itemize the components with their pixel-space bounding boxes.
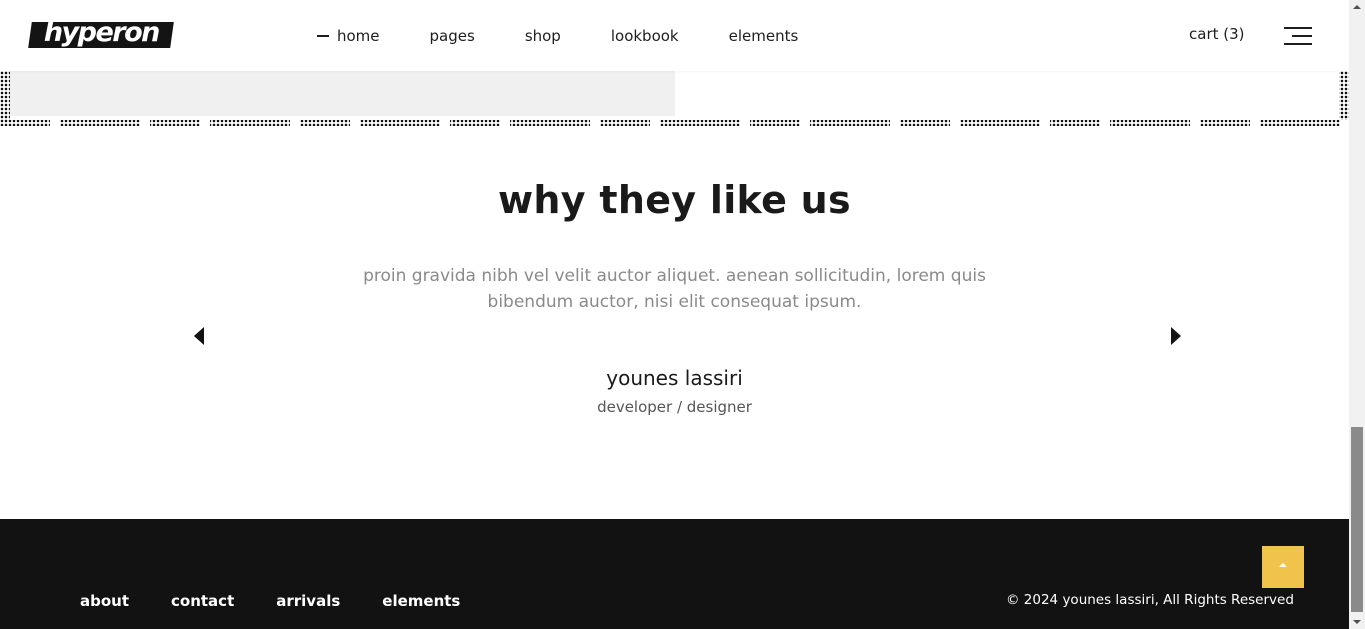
hamburger-line — [1284, 43, 1312, 45]
footer-link-about[interactable]: about — [80, 592, 129, 610]
nav-item-lookbook[interactable]: lookbook — [611, 27, 679, 45]
nav-item-label: home — [337, 27, 380, 45]
nav-item-label: pages — [429, 27, 475, 45]
footer-link-contact[interactable]: contact — [171, 592, 234, 610]
testimonial-author: younes lassiri — [606, 366, 743, 390]
page: hyperon home pages shop lookbook element… — [0, 0, 1349, 629]
caret-left-icon[interactable] — [194, 327, 204, 345]
site-header: hyperon home pages shop lookbook element… — [0, 0, 1349, 71]
nav-item-label: lookbook — [610, 27, 679, 45]
footer-link-arrivals[interactable]: arrivals — [276, 592, 340, 610]
banner-edge — [0, 126, 1349, 129]
testimonial-quote: proin gravida nibh vel velit auctor aliq… — [363, 266, 986, 312]
cart-link[interactable]: cart (3) — [1189, 25, 1245, 43]
scrollbar-thumb[interactable] — [1351, 427, 1363, 612]
active-indicator-icon — [317, 35, 329, 37]
testimonial-role: developer / designer — [597, 398, 752, 416]
banner-panel — [675, 71, 1339, 116]
nav-item-shop[interactable]: shop — [525, 27, 561, 45]
hamburger-line — [1292, 35, 1312, 37]
caret-right-icon[interactable] — [1171, 327, 1181, 345]
banner-panel — [10, 71, 675, 116]
nav-item-label: shop — [524, 27, 561, 45]
arrow-up-icon — [1279, 563, 1287, 567]
scrollbar[interactable] — [1349, 0, 1365, 629]
scroll-down-icon[interactable] — [1353, 620, 1361, 624]
logo-text: hyperon — [43, 17, 159, 48]
section-title: why they like us — [498, 178, 851, 222]
hamburger-icon[interactable] — [1284, 27, 1312, 45]
dotted-banner — [0, 71, 1349, 129]
logo[interactable]: hyperon — [28, 17, 174, 48]
copyright: © 2024 younes lassiri, All Rights Reserv… — [1006, 592, 1294, 608]
scroll-up-icon[interactable] — [1353, 5, 1361, 9]
footer-nav: about contact arrivals elements — [80, 592, 502, 610]
site-footer: about contact arrivals elements © 2024 y… — [0, 519, 1349, 629]
main-nav: home pages shop lookbook elements — [317, 25, 848, 47]
nav-item-elements[interactable]: elements — [729, 27, 799, 45]
nav-item-label: elements — [728, 27, 799, 45]
footer-link-elements[interactable]: elements — [382, 592, 460, 610]
nav-item-home[interactable]: home — [317, 27, 380, 45]
hamburger-line — [1284, 27, 1312, 29]
back-to-top-button[interactable] — [1262, 546, 1304, 588]
nav-item-pages[interactable]: pages — [430, 27, 475, 45]
